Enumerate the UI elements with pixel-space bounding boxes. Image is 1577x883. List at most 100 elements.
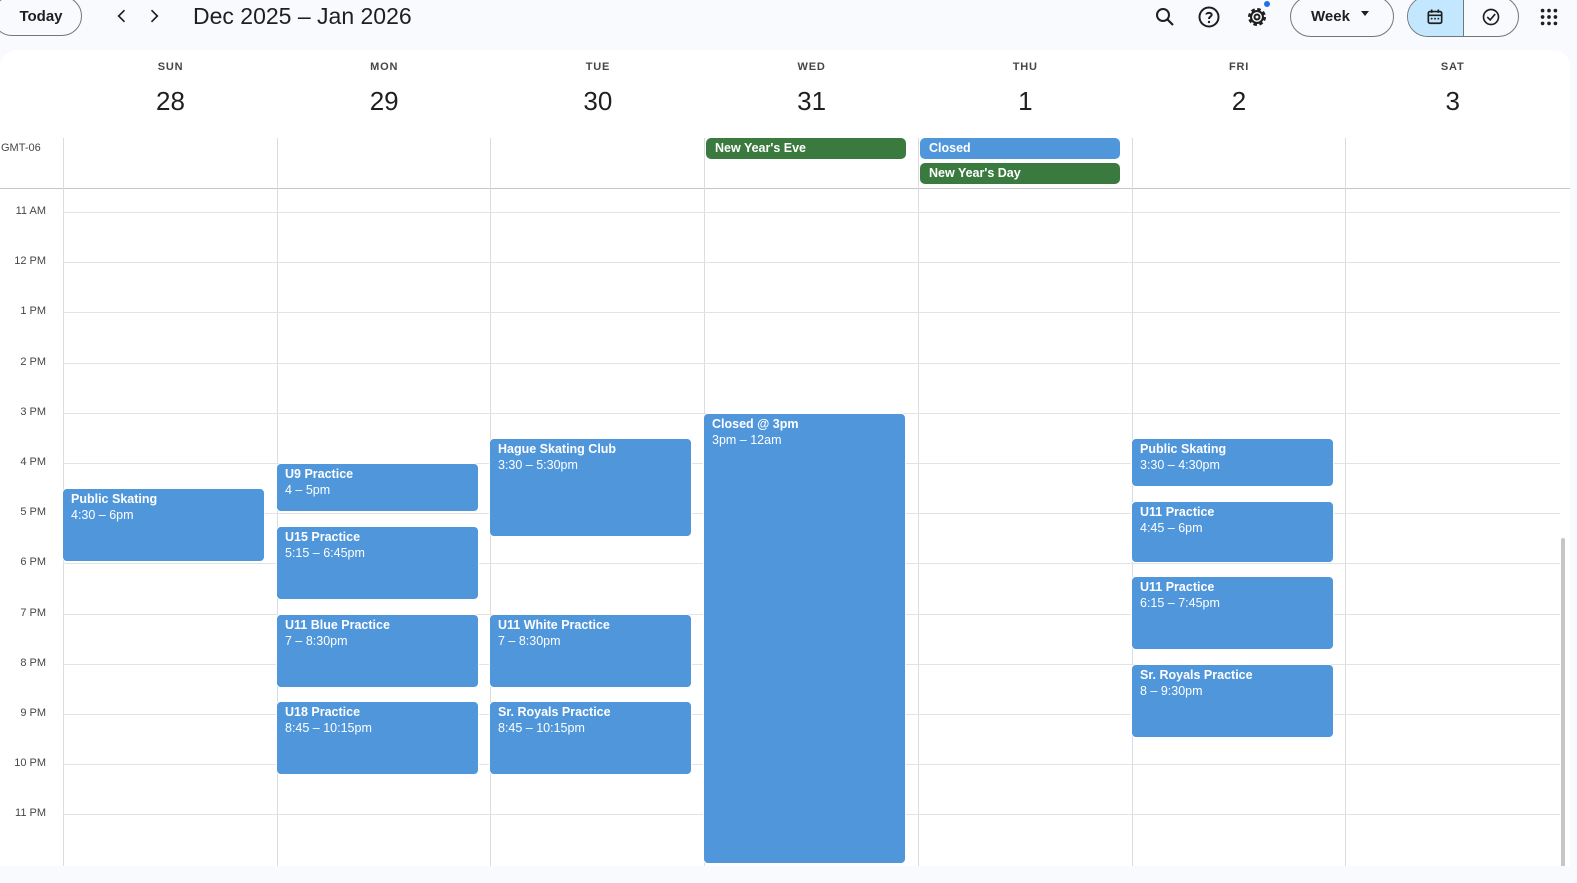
event-title: Hague Skating Club	[498, 442, 617, 456]
all-day-event[interactable]: New Year's Eve	[706, 138, 906, 159]
hour-label: 2 PM	[20, 356, 46, 368]
chevron-right-icon	[150, 9, 159, 23]
event-title: U11 Blue Practice	[285, 618, 390, 632]
hour-label: 5 PM	[20, 506, 46, 518]
day-number[interactable]: 30	[491, 86, 704, 117]
day-of-week: TUE	[585, 61, 611, 73]
settings-button[interactable]	[1244, 1, 1270, 30]
calendar-event[interactable]: Public Skating 3:30 – 4:30pm	[1131, 438, 1334, 487]
event-time: 4:45 – 6pm	[1140, 521, 1203, 535]
event-title: Sr. Royals Practice	[498, 705, 611, 719]
calendar-event[interactable]: U11 Practice 6:15 – 7:45pm	[1131, 576, 1334, 650]
day-of-week: THU	[1012, 61, 1038, 73]
event-time: 8:45 – 10:15pm	[498, 721, 585, 735]
day-of-week: SAT	[1440, 61, 1465, 73]
event-time: 7 – 8:30pm	[498, 634, 561, 648]
event-time: 8:45 – 10:15pm	[285, 721, 372, 735]
calendar-event[interactable]: Sr. Royals Practice 8:45 – 10:15pm	[489, 701, 692, 775]
event-title: U11 Practice	[1140, 505, 1215, 519]
day-number[interactable]: 29	[278, 86, 491, 117]
hour-label: 11 AM	[15, 205, 46, 217]
task-check-icon	[1482, 8, 1500, 25]
calendar-event[interactable]: U9 Practice 4 – 5pm	[276, 463, 479, 512]
previous-week-button[interactable]	[110, 4, 134, 28]
hour-label: 9 PM	[20, 707, 46, 719]
timezone-label: GMT-06	[1, 142, 41, 154]
event-time: 3:30 – 4:30pm	[1140, 458, 1220, 472]
hour-label: 11 PM	[15, 807, 46, 819]
day-header-thu[interactable]: THU 1	[919, 50, 1132, 138]
tasks-mode-button[interactable]	[1462, 0, 1518, 36]
event-time: 4:30 – 6pm	[71, 508, 134, 522]
search-button[interactable]	[1152, 4, 1178, 30]
calendar-event[interactable]: U11 Blue Practice 7 – 8:30pm	[276, 614, 479, 688]
today-button[interactable]: Today	[0, 0, 82, 36]
calendar-event[interactable]: U18 Practice 8:45 – 10:15pm	[276, 701, 479, 775]
day-number[interactable]: 28	[64, 86, 277, 117]
day-number[interactable]: 1	[919, 86, 1132, 117]
gear-icon	[1248, 8, 1266, 26]
calendar-mode-button[interactable]	[1408, 0, 1463, 36]
hour-label: 1 PM	[20, 305, 46, 317]
hour-gridline	[63, 363, 1560, 364]
day-of-week: MON	[370, 61, 399, 73]
day-header-sun[interactable]: SUN 28	[64, 50, 277, 138]
day-number[interactable]: 3	[1346, 86, 1559, 117]
search-icon	[1156, 8, 1174, 26]
hour-gridline	[63, 262, 1560, 263]
day-header-wed[interactable]: WED 31	[705, 50, 918, 138]
view-selector[interactable]: Week	[1290, 0, 1394, 37]
event-title: U11 White Practice	[498, 618, 610, 632]
all-day-event[interactable]: New Year's Day	[920, 163, 1120, 184]
event-title: U9 Practice	[285, 467, 354, 481]
top-toolbar: Today Dec 2025 – Jan 2026 Week	[0, 0, 1577, 40]
event-time: 7 – 8:30pm	[285, 634, 348, 648]
event-title: U18 Practice	[285, 705, 361, 719]
day-header-mon[interactable]: MON 29	[278, 50, 491, 138]
day-header-fri[interactable]: FRI 2	[1133, 50, 1346, 138]
calendar-event[interactable]: Closed @ 3pm 3pm – 12am	[703, 413, 906, 864]
calendar-event[interactable]: Sr. Royals Practice 8 – 9:30pm	[1131, 664, 1334, 738]
hour-label: 7 PM	[20, 607, 46, 619]
caret-down-icon	[1361, 11, 1369, 16]
event-time: 8 – 9:30pm	[1140, 684, 1203, 698]
help-icon	[1198, 6, 1220, 28]
all-day-event[interactable]: Closed	[920, 138, 1120, 159]
event-time: 5:15 – 6:45pm	[285, 546, 365, 560]
event-time: 3:30 – 5:30pm	[498, 458, 578, 472]
hour-label: 10 PM	[14, 757, 46, 769]
day-of-week: WED	[797, 61, 826, 73]
apps-grid-icon	[1540, 8, 1558, 26]
calendar-event[interactable]: Public Skating 4:30 – 6pm	[62, 488, 265, 562]
day-number[interactable]: 2	[1133, 86, 1346, 117]
event-time: 3pm – 12am	[712, 433, 782, 447]
calendar-icon	[1427, 9, 1443, 24]
view-selector-label: Week	[1311, 8, 1350, 25]
hour-label: 4 PM	[20, 456, 46, 468]
day-header-sat[interactable]: SAT 3	[1346, 50, 1559, 138]
event-time: 6:15 – 7:45pm	[1140, 596, 1220, 610]
event-time: 4 – 5pm	[285, 483, 331, 497]
hour-label: 8 PM	[20, 657, 46, 669]
next-week-button[interactable]	[142, 4, 166, 28]
mode-switcher	[1407, 0, 1519, 37]
all-day-separator	[0, 188, 1570, 189]
hour-gridline	[63, 312, 1560, 313]
calendar-event[interactable]: U15 Practice 5:15 – 6:45pm	[276, 526, 479, 600]
event-title: U15 Practice	[285, 530, 361, 544]
day-number[interactable]: 31	[705, 86, 918, 117]
help-button[interactable]	[1196, 4, 1222, 30]
event-title: Public Skating	[71, 492, 158, 506]
calendar-event[interactable]: Hague Skating Club 3:30 – 5:30pm	[489, 438, 692, 537]
event-title: Closed @ 3pm	[712, 417, 799, 431]
calendar-event[interactable]: U11 White Practice 7 – 8:30pm	[489, 614, 692, 688]
day-header-tue[interactable]: TUE 30	[491, 50, 704, 138]
event-title: U11 Practice	[1140, 580, 1215, 594]
calendar-event[interactable]: U11 Practice 4:45 – 6pm	[1131, 501, 1334, 563]
hour-label: 12 PM	[14, 255, 46, 267]
hour-label: 6 PM	[20, 556, 46, 568]
chevron-left-icon	[117, 9, 126, 23]
scrollbar[interactable]	[1561, 538, 1565, 866]
event-title: Sr. Royals Practice	[1140, 668, 1253, 682]
google-apps-button[interactable]	[1536, 4, 1562, 30]
